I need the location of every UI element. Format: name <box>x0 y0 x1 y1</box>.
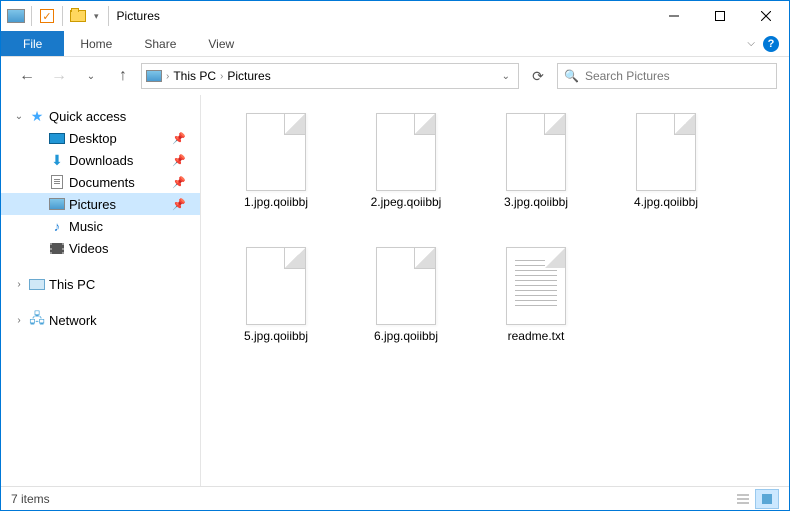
sidebar-label: Network <box>49 313 97 328</box>
sidebar-quick-access[interactable]: ⌄ ★ Quick access <box>1 105 200 127</box>
item-count: 7 items <box>11 492 50 506</box>
status-bar: 7 items <box>1 486 789 510</box>
network-icon: 🖧 <box>29 313 45 327</box>
sidebar-item-label: Music <box>69 219 103 234</box>
sidebar-network[interactable]: › 🖧 Network <box>1 309 200 331</box>
app-icon <box>7 9 25 23</box>
location-icon <box>146 70 162 82</box>
expand-icon[interactable]: › <box>13 279 25 290</box>
blank-file-icon <box>246 247 306 325</box>
help-button[interactable]: ? <box>763 36 779 52</box>
sidebar-this-pc[interactable]: › This PC <box>1 273 200 295</box>
sidebar-item-label: Videos <box>69 241 109 256</box>
pin-icon: 📌 <box>172 154 186 167</box>
file-item[interactable]: 2.jpeg.qoiibbj <box>341 109 471 243</box>
up-button[interactable]: ↑ <box>109 62 137 90</box>
file-item[interactable]: readme.txt <box>471 243 601 377</box>
refresh-button[interactable]: ⟳ <box>523 63 553 89</box>
blank-file-icon <box>246 113 306 191</box>
ribbon-expand-button[interactable]: ⌵ <box>747 38 755 49</box>
desktop-icon <box>49 133 65 144</box>
file-list[interactable]: 1.jpg.qoiibbj 2.jpeg.qoiibbj 3.jpg.qoiibbj… <box>201 95 789 486</box>
title-bar: ✓ ▾ Pictures <box>1 1 789 31</box>
tab-home[interactable]: Home <box>64 31 128 56</box>
file-item[interactable]: 1.jpg.qoiibbj <box>211 109 341 243</box>
quick-access-toolbar: ✓ ▾ <box>1 1 111 31</box>
maximize-button[interactable] <box>697 1 743 31</box>
sidebar-label: Quick access <box>49 109 126 124</box>
sidebar-label: This PC <box>49 277 95 292</box>
expand-icon[interactable]: › <box>13 315 25 326</box>
ribbon-tabs: File Home Share View ⌵ ? <box>1 31 789 57</box>
details-view-button[interactable] <box>731 489 755 509</box>
expand-icon[interactable]: ⌄ <box>13 111 25 122</box>
blank-file-icon <box>506 113 566 191</box>
file-item[interactable]: 5.jpg.qoiibbj <box>211 243 341 377</box>
file-name: 3.jpg.qoiibbj <box>504 195 568 209</box>
pin-icon: 📌 <box>172 176 186 189</box>
file-item[interactable]: 3.jpg.qoiibbj <box>471 109 601 243</box>
sidebar-item-label: Documents <box>69 175 135 190</box>
close-button[interactable] <box>743 1 789 31</box>
main-area: ⌄ ★ Quick access Desktop📌⬇Downloads📌Docu… <box>1 95 789 486</box>
separator <box>108 6 109 26</box>
navigation-bar: ← → ⌄ ↑ › This PC › Pictures ⌄ ⟳ 🔍 Searc… <box>1 57 789 95</box>
text-file-icon <box>506 247 566 325</box>
address-bar[interactable]: › This PC › Pictures ⌄ <box>141 63 519 89</box>
star-icon: ★ <box>29 109 45 123</box>
address-dropdown[interactable]: ⌄ <box>498 71 514 82</box>
sidebar-item-videos[interactable]: Videos <box>1 237 200 259</box>
sidebar-item-desktop[interactable]: Desktop 📌 <box>1 127 200 149</box>
sidebar-item-documents[interactable]: Documents 📌 <box>1 171 200 193</box>
qat-customize-dropdown[interactable]: ▾ <box>91 11 102 22</box>
blank-file-icon <box>376 113 436 191</box>
sidebar-item-label: Downloads <box>69 153 133 168</box>
pictures-icon <box>49 198 65 210</box>
file-name: readme.txt <box>508 329 565 343</box>
sidebar-item-pictures[interactable]: Pictures 📌 <box>1 193 200 215</box>
blank-file-icon <box>376 247 436 325</box>
file-name: 4.jpg.qoiibbj <box>634 195 698 209</box>
window-title: Pictures <box>111 1 160 31</box>
minimize-button[interactable] <box>651 1 697 31</box>
breadcrumb-separator: › <box>166 71 169 82</box>
download-icon: ⬇ <box>49 153 65 167</box>
tab-share[interactable]: Share <box>128 31 192 56</box>
separator <box>31 6 32 26</box>
sidebar-item-label: Pictures <box>69 197 116 212</box>
search-icon: 🔍 <box>564 69 579 83</box>
window-controls <box>651 1 789 31</box>
file-name: 1.jpg.qoiibbj <box>244 195 308 209</box>
tab-view[interactable]: View <box>192 31 250 56</box>
recent-locations-dropdown[interactable]: ⌄ <box>77 62 105 90</box>
file-name: 5.jpg.qoiibbj <box>244 329 308 343</box>
blank-file-icon <box>636 113 696 191</box>
sidebar-item-downloads[interactable]: ⬇ Downloads 📌 <box>1 149 200 171</box>
breadcrumb-pictures[interactable]: Pictures <box>227 69 270 83</box>
back-button[interactable]: ← <box>13 62 41 90</box>
sidebar-item-music[interactable]: ♪ Music <box>1 215 200 237</box>
pin-icon: 📌 <box>172 198 186 211</box>
file-item[interactable]: 6.jpg.qoiibbj <box>341 243 471 377</box>
pin-icon: 📌 <box>172 132 186 145</box>
navigation-pane: ⌄ ★ Quick access Desktop📌⬇Downloads📌Docu… <box>1 95 201 486</box>
file-name: 6.jpg.qoiibbj <box>374 329 438 343</box>
file-item[interactable]: 4.jpg.qoiibbj <box>601 109 731 243</box>
sidebar-item-label: Desktop <box>69 131 117 146</box>
pc-icon <box>29 279 45 290</box>
video-icon <box>50 243 64 254</box>
forward-button[interactable]: → <box>45 62 73 90</box>
large-icons-view-button[interactable] <box>755 489 779 509</box>
qat-new-folder-button[interactable] <box>69 7 87 25</box>
music-icon: ♪ <box>49 219 65 233</box>
separator <box>62 6 63 26</box>
search-placeholder: Search Pictures <box>585 69 670 83</box>
breadcrumb-this-pc[interactable]: This PC <box>173 69 216 83</box>
file-tab[interactable]: File <box>1 31 64 56</box>
file-name: 2.jpeg.qoiibbj <box>371 195 442 209</box>
search-box[interactable]: 🔍 Search Pictures <box>557 63 777 89</box>
qat-properties-button[interactable]: ✓ <box>38 7 56 25</box>
document-icon <box>51 175 63 189</box>
breadcrumb-separator: › <box>220 71 223 82</box>
